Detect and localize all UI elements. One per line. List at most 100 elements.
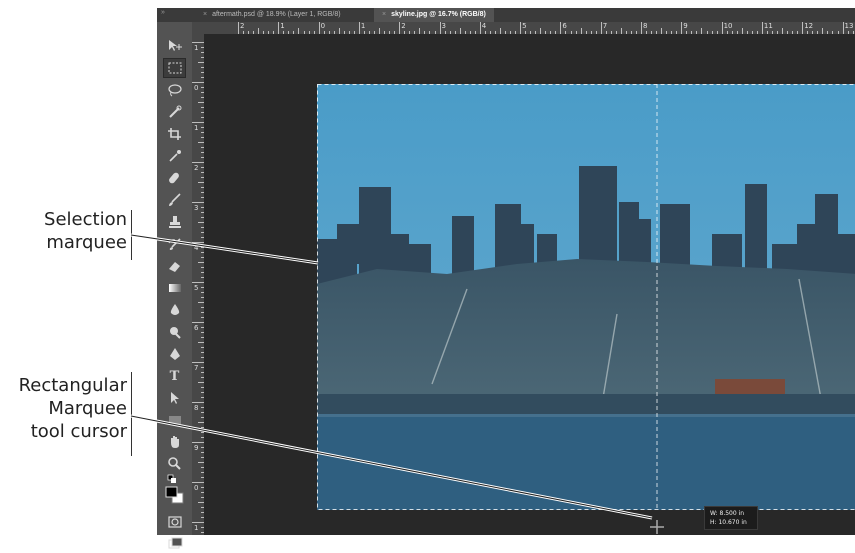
ruler-label: 1	[194, 124, 198, 132]
rectangular-marquee-tool[interactable]	[163, 58, 186, 78]
ruler-label: 4	[194, 244, 198, 252]
panel-collapse-icon[interactable]: »	[161, 8, 165, 18]
photoshop-window: » ×aftermath.psd @ 18.9% (Layer 1, RGB/8…	[157, 8, 855, 535]
callout-line: Rectangular	[0, 374, 127, 397]
ruler-origin[interactable]	[192, 22, 204, 34]
tab-aftermath[interactable]: ×aftermath.psd @ 18.9% (Layer 1, RGB/8)	[197, 8, 347, 22]
water-shoreline	[317, 414, 855, 417]
hand-icon	[167, 435, 183, 449]
ruler-tick	[192, 442, 204, 443]
document-image[interactable]	[317, 84, 855, 510]
ruler-tick	[843, 22, 844, 34]
clone-stamp-tool[interactable]	[163, 212, 186, 232]
ruler-label: 13	[845, 22, 854, 30]
callout-marquee-tool-cursor: Rectangular Marquee tool cursor	[0, 374, 127, 443]
ruler-label: 6	[562, 22, 566, 30]
crop-tool[interactable]	[163, 124, 186, 144]
zoom-icon	[167, 456, 183, 470]
eyedropper-tool[interactable]	[163, 146, 186, 166]
brush-icon	[167, 193, 183, 207]
ruler-label: 0	[194, 84, 198, 92]
ruler-label: 1	[194, 44, 198, 52]
ruler-label: 3	[194, 204, 198, 212]
history-brush-tool[interactable]	[163, 234, 186, 254]
ruler-tick	[192, 42, 204, 43]
ruler-label: 1	[361, 22, 365, 30]
screen-mode-tool[interactable]	[163, 533, 186, 553]
ruler-tick	[722, 22, 723, 34]
ruler-label: 3	[442, 22, 446, 30]
callout-line: Marquee	[0, 397, 127, 420]
hand-tool[interactable]	[163, 432, 186, 452]
blur-tool[interactable]	[163, 300, 186, 320]
horizontal-ruler[interactable]: 21012345678910111213	[204, 22, 855, 34]
ruler-label: 2	[194, 164, 198, 172]
eraser-tool[interactable]	[163, 256, 186, 276]
selection-size-readout: W: 8.500 in H: 10.670 in	[704, 506, 758, 530]
brush-tool[interactable]	[163, 190, 186, 210]
ruler-tick	[192, 282, 204, 283]
ruler-label: 4	[482, 22, 486, 30]
ruler-label: 1	[280, 22, 284, 30]
ruler-label: 7	[194, 364, 198, 372]
quick-selection-icon	[167, 105, 183, 119]
ruler-label: 0	[194, 484, 198, 492]
lasso-tool[interactable]	[163, 80, 186, 100]
ruler-label: 2	[401, 22, 405, 30]
path-selection-tool[interactable]	[163, 388, 186, 408]
ruler-tick	[192, 482, 204, 483]
ruler-tick	[399, 22, 400, 34]
color-swatches-tool[interactable]	[163, 485, 186, 505]
dodge-tool[interactable]	[163, 322, 186, 342]
zoom-tool[interactable]	[163, 453, 186, 473]
move-icon	[167, 39, 183, 53]
tab-close-icon[interactable]: ×	[203, 11, 207, 18]
quick-mask-tool[interactable]	[163, 512, 186, 532]
ruler-tick	[238, 22, 239, 34]
tab-label: skyline.jpg @ 16.7% (RGB/8)	[391, 11, 486, 18]
ruler-label: 5	[522, 22, 526, 30]
ruler-tick	[601, 22, 602, 34]
rectangle-shape-tool[interactable]	[163, 410, 186, 430]
ruler-tick	[440, 22, 441, 34]
move-tool[interactable]	[163, 36, 186, 56]
ruler-tick	[192, 362, 204, 363]
ruler-label: 5	[194, 284, 198, 292]
ruler-tick	[278, 22, 279, 34]
ruler-tick	[319, 22, 320, 34]
ruler-tick	[192, 122, 204, 123]
tab-close-icon[interactable]: ×	[382, 11, 386, 18]
pen-icon	[167, 347, 183, 361]
ruler-label: 7	[603, 22, 607, 30]
vertical-ruler[interactable]: 1012345678901	[192, 34, 204, 535]
gradient-tool[interactable]	[163, 278, 186, 298]
ruler-label: 6	[194, 324, 198, 332]
clone-stamp-icon	[167, 215, 183, 229]
selection-height: H: 10.670 in	[710, 518, 752, 527]
eraser-icon	[167, 259, 183, 273]
crosshair-cursor-icon	[650, 520, 664, 534]
rectangle-shape-icon	[167, 413, 183, 427]
ruler-tick	[359, 22, 360, 34]
ruler-tick	[560, 22, 561, 34]
tab-skyline[interactable]: × skyline.jpg @ 16.7% (RGB/8)	[374, 8, 494, 22]
ruler-tick	[192, 202, 204, 203]
waterfront-piers	[317, 394, 855, 416]
pen-tool[interactable]	[163, 344, 186, 364]
ruler-label: 2	[240, 22, 244, 30]
skyline-photo	[317, 84, 855, 510]
quick-mask-icon	[167, 515, 183, 529]
gradient-icon	[167, 281, 183, 295]
spot-healing-brush-icon	[167, 171, 183, 185]
color-swatches-icon	[165, 486, 185, 504]
spot-healing-brush-tool[interactable]	[163, 168, 186, 188]
callout-line: tool cursor	[0, 420, 127, 443]
canvas-area[interactable]: W: 8.500 in H: 10.670 in	[204, 34, 855, 535]
ruler-label: 0	[321, 22, 325, 30]
ruler-tick	[192, 82, 204, 83]
type-tool[interactable]: T	[163, 366, 186, 386]
callout-line: Selection	[0, 208, 127, 231]
document-tab-bar: » ×aftermath.psd @ 18.9% (Layer 1, RGB/8…	[157, 8, 855, 22]
quick-selection-tool[interactable]	[163, 102, 186, 122]
screen-mode-icon	[167, 536, 183, 550]
